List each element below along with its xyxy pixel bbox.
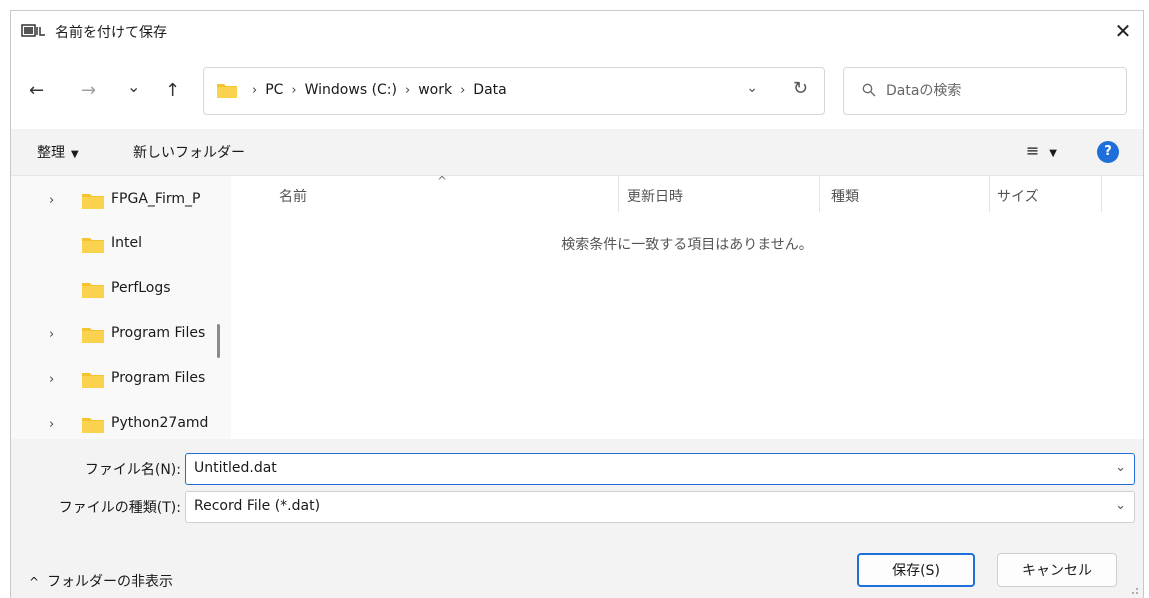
filetype-select[interactable]: Record File (*.dat) ⌄ bbox=[185, 491, 1135, 523]
title-bar: 名前を付けて保存 ✕ bbox=[11, 11, 1143, 51]
save-options-panel: ファイル名(N): Untitled.dat ⌄ ファイルの種類(T): Rec… bbox=[11, 439, 1143, 598]
column-header-type[interactable]: 種類 bbox=[831, 186, 859, 206]
column-divider[interactable] bbox=[989, 176, 990, 212]
command-bar: 整理 ▼ 新しいフォルダー ≡ ▼ ? bbox=[11, 129, 1143, 175]
save-button[interactable]: 保存(S) bbox=[857, 553, 975, 587]
chevron-down-icon[interactable]: ⌄ bbox=[1115, 460, 1126, 475]
breadcrumb-data[interactable]: Data bbox=[473, 82, 506, 98]
address-dropdown-icon[interactable]: ⌄ bbox=[746, 80, 758, 96]
search-input[interactable] bbox=[886, 80, 1106, 102]
file-list[interactable]: ^ 名前 更新日時 種類 サイズ 検索条件に一致する項目はありません。 bbox=[231, 174, 1143, 440]
up-button[interactable]: ↑ bbox=[165, 81, 180, 101]
folder-icon bbox=[82, 373, 104, 388]
app-icon bbox=[21, 24, 45, 37]
address-bar[interactable]: › PC › Windows (C:) › work › Data ⌄ ↻ bbox=[203, 67, 825, 115]
hide-folders-toggle[interactable]: ^ フォルダーの非表示 bbox=[29, 571, 173, 591]
sidebar-item-program-files[interactable]: › Program Files bbox=[11, 314, 221, 354]
hide-folders-label: フォルダーの非表示 bbox=[47, 574, 174, 590]
organize-label: 整理 bbox=[37, 145, 65, 161]
sidebar-item-label: Python27amd bbox=[111, 415, 209, 431]
filename-label: ファイル名(N): bbox=[84, 462, 181, 478]
column-divider[interactable] bbox=[618, 176, 619, 212]
column-divider[interactable] bbox=[1101, 176, 1102, 212]
resize-grip-icon[interactable] bbox=[1129, 585, 1139, 595]
sidebar-item-label: FPGA_Firm_P bbox=[111, 191, 201, 207]
breadcrumb-work[interactable]: work bbox=[418, 82, 452, 98]
content-area: › FPGA_Firm_P Intel PerfLogs › Program F… bbox=[11, 174, 1143, 440]
breadcrumb-pc[interactable]: PC bbox=[265, 82, 283, 98]
column-divider[interactable] bbox=[819, 176, 820, 212]
folder-icon bbox=[217, 84, 237, 98]
breadcrumb-separator[interactable]: › bbox=[291, 83, 296, 98]
forward-button[interactable]: → bbox=[81, 81, 96, 101]
folder-icon bbox=[82, 194, 104, 209]
expand-chevron-icon[interactable]: › bbox=[11, 372, 54, 387]
expand-chevron-icon[interactable]: › bbox=[11, 193, 54, 208]
search-icon bbox=[862, 83, 876, 97]
breadcrumb: › PC › Windows (C:) › work › Data bbox=[244, 82, 507, 98]
sidebar-item-intel[interactable]: Intel bbox=[11, 224, 221, 264]
chevron-down-icon: ▼ bbox=[1049, 148, 1057, 159]
column-header-name[interactable]: 名前 bbox=[279, 186, 307, 206]
folder-icon bbox=[82, 283, 104, 298]
column-header-modified[interactable]: 更新日時 bbox=[627, 186, 683, 206]
organize-menu[interactable]: 整理 ▼ bbox=[37, 142, 79, 162]
breadcrumb-separator[interactable]: › bbox=[460, 83, 465, 98]
chevron-up-icon: ^ bbox=[29, 575, 40, 589]
sidebar-item-fpga-firm[interactable]: › FPGA_Firm_P bbox=[11, 180, 221, 220]
filetype-label: ファイルの種類(T): bbox=[58, 500, 181, 516]
sidebar-item-perflogs[interactable]: PerfLogs bbox=[11, 269, 221, 309]
folder-icon bbox=[82, 238, 104, 253]
search-box[interactable] bbox=[843, 67, 1127, 115]
sidebar-item-label: Intel bbox=[111, 235, 142, 251]
sidebar-item-program-files-x86[interactable]: › Program Files bbox=[11, 359, 221, 399]
help-icon[interactable]: ? bbox=[1097, 141, 1119, 163]
sidebar-scrollbar[interactable] bbox=[217, 324, 220, 358]
close-button[interactable]: ✕ bbox=[1103, 11, 1143, 51]
new-folder-label: 新しいフォルダー bbox=[133, 145, 245, 161]
recent-locations-button[interactable]: ⌄ bbox=[127, 77, 140, 97]
chevron-down-icon[interactable]: ⌄ bbox=[1115, 498, 1126, 513]
filename-value[interactable]: Untitled.dat bbox=[194, 460, 277, 476]
sidebar-item-label: Program Files bbox=[111, 370, 206, 386]
back-button[interactable]: ← bbox=[29, 81, 44, 101]
breadcrumb-separator: › bbox=[252, 82, 258, 98]
save-as-dialog: 名前を付けて保存 ✕ ← → ⌄ ↑ › PC › Windows (C:) ›… bbox=[10, 10, 1144, 598]
view-options-button[interactable]: ≡ ▼ bbox=[1026, 141, 1057, 160]
sidebar-item-python27[interactable]: › Python27amd bbox=[11, 404, 221, 440]
navigation-pane[interactable]: › FPGA_Firm_P Intel PerfLogs › Program F… bbox=[11, 176, 231, 440]
folder-icon bbox=[82, 418, 104, 433]
refresh-icon[interactable]: ↻ bbox=[793, 78, 808, 99]
cancel-button[interactable]: キャンセル bbox=[997, 553, 1117, 587]
sidebar-item-label: PerfLogs bbox=[111, 280, 171, 296]
column-header-size[interactable]: サイズ bbox=[997, 186, 1039, 206]
new-folder-button[interactable]: 新しいフォルダー bbox=[133, 142, 245, 162]
empty-folder-message: 検索条件に一致する項目はありません。 bbox=[561, 237, 813, 253]
breadcrumb-separator[interactable]: › bbox=[405, 83, 410, 98]
sidebar-item-label: Program Files bbox=[111, 325, 206, 341]
filetype-value[interactable]: Record File (*.dat) bbox=[194, 498, 320, 514]
expand-chevron-icon[interactable]: › bbox=[11, 327, 54, 342]
filename-field[interactable]: Untitled.dat ⌄ bbox=[185, 453, 1135, 485]
list-view-icon: ≡ bbox=[1025, 141, 1040, 160]
window-title: 名前を付けて保存 bbox=[55, 25, 167, 41]
sort-ascending-icon: ^ bbox=[437, 174, 448, 188]
folder-icon bbox=[82, 328, 104, 343]
navigation-bar: ← → ⌄ ↑ › PC › Windows (C:) › work › Dat… bbox=[11, 51, 1143, 129]
close-icon: ✕ bbox=[1114, 19, 1132, 43]
breadcrumb-windows-c[interactable]: Windows (C:) bbox=[305, 82, 397, 98]
expand-chevron-icon[interactable]: › bbox=[11, 417, 54, 432]
chevron-down-icon: ▼ bbox=[71, 149, 79, 160]
